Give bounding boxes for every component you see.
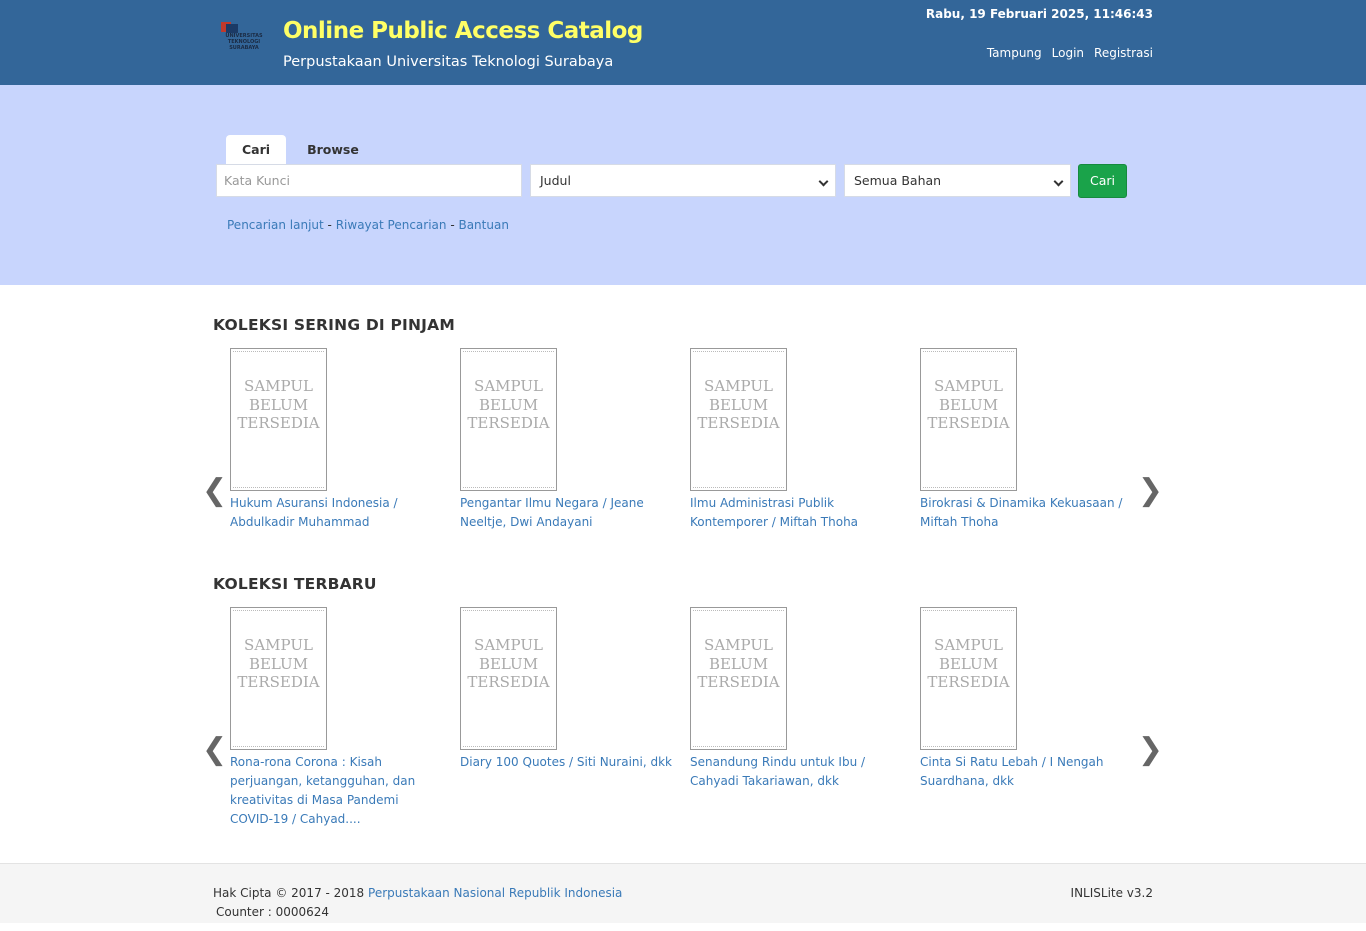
logo-text: UNIVERSITAS TEKNOLOGI SURABAYA	[225, 33, 263, 51]
carousel-prev-icon[interactable]: ❮	[202, 735, 227, 765]
cover-placeholder: SAMPUL BELUM TERSEDIA	[921, 636, 1016, 692]
cover-line: TERSEDIA	[927, 673, 1010, 691]
cover-placeholder: SAMPUL BELUM TERSEDIA	[461, 636, 556, 692]
material-select-value: Semua Bahan	[854, 173, 942, 188]
tab-browse[interactable]: Browse	[286, 135, 375, 165]
search-tabs: Cari Browse	[226, 135, 375, 165]
visitor-counter: Counter : 0000624	[216, 905, 330, 919]
cover-line: TERSEDIA	[697, 673, 780, 691]
cover-placeholder: SAMPUL BELUM TERSEDIA	[461, 377, 556, 433]
logo-mark-2	[226, 24, 238, 33]
cover-line: TERSEDIA	[927, 414, 1010, 432]
cover-line: TERSEDIA	[697, 414, 780, 432]
copyright-prefix: Hak Cipta © 2017 - 2018	[213, 886, 369, 900]
book-title-link[interactable]: Cinta Si Ratu Lebah / I Nengah Suardhana…	[920, 753, 1135, 791]
cover-placeholder: SAMPUL BELUM TERSEDIA	[921, 377, 1016, 433]
chevron-down-icon	[1053, 176, 1064, 187]
header: UNIVERSITAS TEKNOLOGI SURABAYA Online Pu…	[0, 0, 1366, 85]
cover-line: SAMPUL	[704, 636, 773, 654]
cover-line: BELUM	[248, 654, 309, 673]
cover-line: BELUM	[708, 395, 769, 414]
separator: -	[446, 218, 459, 232]
carousel-next-icon[interactable]: ❯	[1138, 735, 1163, 765]
cover-placeholder: SAMPUL BELUM TERSEDIA	[691, 636, 786, 692]
book-cover[interactable]: SAMPUL BELUM TERSEDIA	[230, 348, 327, 491]
nav-login[interactable]: Login	[1052, 46, 1084, 60]
cover-line: SAMPUL	[244, 636, 313, 654]
cover-placeholder: SAMPUL BELUM TERSEDIA	[231, 377, 326, 433]
cover-line: TERSEDIA	[237, 673, 320, 691]
cover-line: BELUM	[478, 395, 539, 414]
book-title-link[interactable]: Diary 100 Quotes / Siti Nuraini, dkk	[460, 753, 675, 772]
app-version: INLISLite v3.2	[1070, 886, 1153, 900]
search-panel: Cari Browse Kata Kunci Judul Semua Bahan…	[0, 85, 1366, 285]
book-cover[interactable]: SAMPUL BELUM TERSEDIA	[690, 607, 787, 750]
separator: -	[323, 218, 336, 232]
footer: Hak Cipta © 2017 - 2018 Perpustakaan Nas…	[0, 863, 1366, 923]
advanced-search-link[interactable]: Pencarian lanjut	[227, 218, 324, 232]
book-card[interactable]: SAMPUL BELUM TERSEDIA Rona-rona Corona : K…	[230, 607, 445, 829]
site-title: Online Public Access Catalog	[283, 18, 643, 44]
cover-line: SAMPUL	[704, 377, 773, 395]
cover-line: BELUM	[708, 654, 769, 673]
book-title-link[interactable]: Pengantar Ilmu Negara / Jeane Neeltje, D…	[460, 494, 675, 532]
tab-cari[interactable]: Cari	[226, 135, 287, 165]
book-cover[interactable]: SAMPUL BELUM TERSEDIA	[920, 607, 1017, 750]
book-card[interactable]: SAMPUL BELUM TERSEDIA Birokrasi & Dinamika…	[920, 348, 1135, 532]
cover-line: SAMPUL	[244, 377, 313, 395]
keyword-input[interactable]: Kata Kunci	[216, 164, 522, 197]
university-logo[interactable]: UNIVERSITAS TEKNOLOGI SURABAYA	[218, 20, 268, 54]
book-cover[interactable]: SAMPUL BELUM TERSEDIA	[920, 348, 1017, 491]
book-cover[interactable]: SAMPUL BELUM TERSEDIA	[230, 607, 327, 750]
book-title-link[interactable]: Hukum Asuransi Indonesia / Abdulkadir Mu…	[230, 494, 445, 532]
cover-line: BELUM	[938, 395, 999, 414]
popular-carousel: ❮ SAMPUL BELUM TERSEDIA Hukum Asuransi Ind…	[200, 348, 1170, 558]
cover-line: BELUM	[938, 654, 999, 673]
nav-tampung[interactable]: Tampung	[987, 46, 1042, 60]
copyright: Hak Cipta © 2017 - 2018 Perpustakaan Nas…	[213, 886, 622, 900]
search-button[interactable]: Cari	[1078, 164, 1127, 198]
cover-line: TERSEDIA	[237, 414, 320, 432]
cover-line: SAMPUL	[934, 377, 1003, 395]
book-card[interactable]: SAMPUL BELUM TERSEDIA Cinta Si Ratu Lebah …	[920, 607, 1135, 791]
datetime: Rabu, 19 Februari 2025, 11:46:43	[925, 7, 1153, 21]
search-history-link[interactable]: Riwayat Pencarian	[336, 218, 447, 232]
book-cover[interactable]: SAMPUL BELUM TERSEDIA	[460, 348, 557, 491]
top-nav: Tampung Login Registrasi	[987, 46, 1153, 60]
carousel-prev-icon[interactable]: ❮	[202, 476, 227, 506]
cover-line: SAMPUL	[474, 377, 543, 395]
book-title-link[interactable]: Senandung Rindu untuk Ibu / Cahyadi Taka…	[690, 753, 905, 791]
book-card[interactable]: SAMPUL BELUM TERSEDIA Hukum Asuransi Indon…	[230, 348, 445, 532]
book-title-link[interactable]: Ilmu Administrasi Publik Kontemporer / M…	[690, 494, 905, 532]
book-card[interactable]: SAMPUL BELUM TERSEDIA Senandung Rindu untu…	[690, 607, 905, 791]
search-links: Pencarian lanjut - Riwayat Pencarian - B…	[227, 218, 509, 232]
popular-section-title: KOLEKSI SERING DI PINJAM	[213, 316, 455, 334]
cover-line: BELUM	[478, 654, 539, 673]
material-select[interactable]: Semua Bahan	[844, 164, 1071, 197]
book-cover[interactable]: SAMPUL BELUM TERSEDIA	[690, 348, 787, 491]
nav-registrasi[interactable]: Registrasi	[1094, 46, 1153, 60]
book-title-link[interactable]: Rona-rona Corona : Kisah perjuangan, ket…	[230, 753, 445, 829]
book-cover[interactable]: SAMPUL BELUM TERSEDIA	[460, 607, 557, 750]
cover-line: TERSEDIA	[467, 673, 550, 691]
book-card[interactable]: SAMPUL BELUM TERSEDIA Pengantar Ilmu Negar…	[460, 348, 675, 532]
cover-placeholder: SAMPUL BELUM TERSEDIA	[231, 636, 326, 692]
book-card[interactable]: SAMPUL BELUM TERSEDIA Ilmu Administrasi Pu…	[690, 348, 905, 532]
book-card[interactable]: SAMPUL BELUM TERSEDIA Diary 100 Quotes / S…	[460, 607, 675, 772]
cover-placeholder: SAMPUL BELUM TERSEDIA	[691, 377, 786, 433]
cover-line: SAMPUL	[934, 636, 1003, 654]
cover-line: SAMPUL	[474, 636, 543, 654]
chevron-down-icon	[818, 176, 829, 187]
cover-line: BELUM	[248, 395, 309, 414]
carousel-next-icon[interactable]: ❯	[1138, 476, 1163, 506]
help-link[interactable]: Bantuan	[458, 218, 508, 232]
cover-line: TERSEDIA	[467, 414, 550, 432]
newest-carousel: ❮ SAMPUL BELUM TERSEDIA Rona-rona Corona :…	[200, 607, 1170, 826]
newest-section-title: KOLEKSI TERBARU	[213, 575, 377, 593]
site-subtitle: Perpustakaan Universitas Teknologi Surab…	[283, 54, 614, 70]
search-field-select[interactable]: Judul	[530, 164, 836, 197]
perpusnas-link[interactable]: Perpustakaan Nasional Republik Indonesia	[368, 886, 622, 900]
search-field-value: Judul	[540, 173, 571, 188]
book-title-link[interactable]: Birokrasi & Dinamika Kekuasaan / Miftah …	[920, 494, 1135, 532]
